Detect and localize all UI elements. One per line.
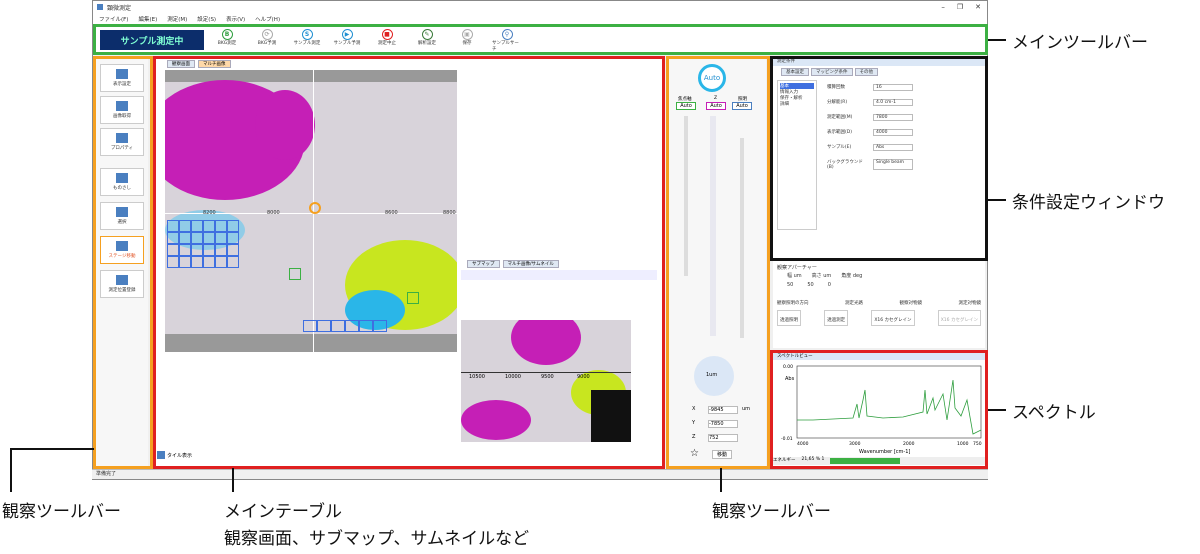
transmission-light-button[interactable]: 透過照明 [777,310,801,326]
aperture-values: 50 50 0 [787,282,831,288]
obs-header: 観察対物鏡 [899,301,923,306]
minimize-button[interactable]: – [941,3,945,11]
transmission-measure-button[interactable]: 透過測定 [824,310,849,326]
aperture-width-input[interactable]: 50 [787,282,793,288]
callout-spectrum: スペクトル [1012,403,1096,423]
window-buttons: – ❐ ✕ [941,3,987,11]
aperture-header: 角度 deg [841,273,863,279]
spectrum-highlight [770,350,988,469]
aperture-angle-input[interactable]: 0 [828,282,831,288]
menu-view[interactable]: 表示(V) [226,15,245,23]
observation-buttons: 透過照明 透過測定 X16 カセグレイン X16 カセグレイン [777,310,981,326]
close-button[interactable]: ✕ [975,3,981,11]
conditions-window-highlight [770,56,988,261]
obs-header: 測定対物鏡 [958,301,982,306]
callout-line [988,199,1006,201]
left-observation-toolbar-highlight [93,56,153,469]
menu-file[interactable]: ファイル(F) [99,15,128,23]
obs-objective-button[interactable]: X16 カセグレイン [871,310,915,326]
aperture-title: 観察アパーチャー [777,265,817,271]
callout-line [232,468,234,492]
callout-conditions: 条件設定ウィンドウ [1012,193,1165,213]
callout-main-table-sub: 観察画面、サブマップ、サムネイルなど [224,529,530,549]
status-bar: 準備完了 [92,469,988,479]
callout-main-toolbar: メインツールバー [1012,33,1148,53]
annotated-screenshot: 顕微測定 – ❐ ✕ ファイル(F) 編集(E) 測定(M) 設定(S) 表示(… [0,0,1200,554]
menu-settings[interactable]: 設定(S) [197,15,216,23]
obs-header: 測定光路 [845,301,863,306]
callout-obs-left: 観察ツールバー [2,502,121,522]
menu-measure[interactable]: 測定(M) [167,15,187,23]
measure-objective-button[interactable]: X16 カセグレイン [937,310,981,326]
menu-help[interactable]: ヘルプ(H) [255,15,280,23]
window-title: 顕微測定 [107,4,132,12]
aperture-headers: 幅 um 高さ um 角度 deg [787,272,862,279]
callout-line [10,448,12,492]
callout-main-table: メインテーブル [224,502,342,522]
aperture-header: 幅 um [787,273,802,279]
main-table-highlight [153,56,665,469]
app-icon [97,4,103,10]
obs-header: 観察照明の方向 [777,301,809,306]
title-bar: 顕微測定 – ❐ ✕ [93,1,987,13]
callout-line [10,448,94,450]
aperture-header: 高さ um [811,273,832,279]
callout-line [720,468,722,492]
maximize-button[interactable]: ❐ [957,3,963,11]
aperture-height-input[interactable]: 50 [807,282,813,288]
callout-line [988,39,1006,41]
main-toolbar-highlight [93,24,988,55]
callout-obs-right: 観察ツールバー [712,502,831,522]
menu-edit[interactable]: 編集(E) [138,15,157,23]
callout-line [988,409,1006,411]
right-observation-toolbar-highlight [666,56,770,469]
observation-headers: 観察照明の方向 測定光路 観察対物鏡 測定対物鏡 [777,300,981,306]
